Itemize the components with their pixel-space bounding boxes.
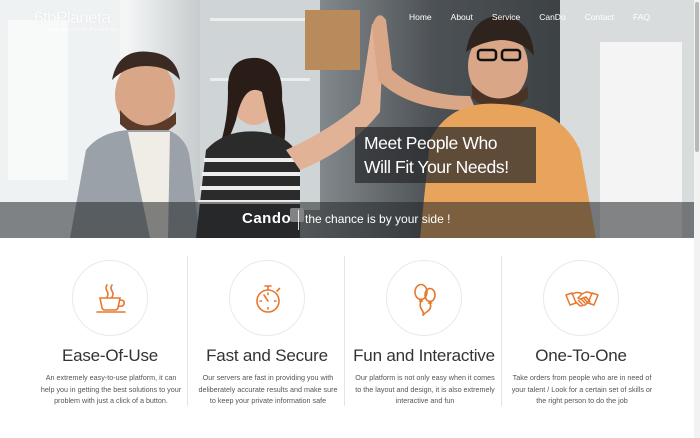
hero-tagline: the chance is by your side !: [305, 212, 451, 226]
feature-icon-circle: [229, 260, 305, 336]
hero-headline: Meet People Who Will Fit Your Needs!: [355, 127, 536, 183]
feature-icon-circle: [386, 260, 462, 336]
feature-description: Our platform is not only easy when it co…: [355, 373, 495, 405]
feature-divider: [344, 256, 345, 406]
scrollbar-thumb[interactable]: [695, 2, 699, 152]
nav-cando-link[interactable]: CanDo: [539, 12, 565, 22]
feature-title: Ease-Of-Use: [61, 346, 159, 365]
coffee-cup-icon: [96, 284, 126, 313]
feature-ease-of-use: Ease-Of-Use An extremely easy-to-use pla…: [30, 246, 187, 421]
feature-divider: [501, 256, 502, 406]
tagline-divider: [298, 210, 299, 230]
hero-headline-line1: Meet People Who: [364, 133, 498, 153]
hero-headline-line2: Will Fit Your Needs!: [364, 157, 509, 177]
page-scrollbar[interactable]: [694, 0, 700, 438]
main-nav: Home About Service CanDo Contact FAQ: [390, 12, 650, 22]
handshake-icon: [565, 291, 599, 307]
cando-logo: Cando: [242, 210, 292, 227]
logo-tagline: OUR SECOND PLANETA: [47, 27, 117, 32]
site-logo[interactable]: 6thPlaneta OUR SECOND PLANETA: [34, 8, 134, 34]
hero-banner: 6thPlaneta OUR SECOND PLANETA Home About…: [0, 0, 700, 238]
feature-fun-and-interactive: Fun and Interactive Our platform is not …: [344, 246, 501, 421]
nav-faq-link[interactable]: FAQ: [633, 12, 650, 22]
feature-fast-and-secure: Fast and Secure Our servers are fast in …: [187, 246, 344, 421]
nav-about-link[interactable]: About: [451, 12, 473, 22]
feature-icon-circle: [72, 260, 148, 336]
stopwatch-icon: [256, 285, 281, 313]
nav-contact-link[interactable]: Contact: [585, 12, 614, 22]
nav-service-link[interactable]: Service: [492, 12, 520, 22]
feature-icon-circle: [543, 260, 619, 336]
feature-title: Fun and Interactive: [353, 346, 495, 365]
feature-title: Fast and Secure: [206, 346, 328, 365]
logo-text: 6thPlaneta: [34, 8, 111, 27]
feature-divider: [187, 256, 188, 406]
feature-description: Our servers are fast in providing you wi…: [198, 373, 338, 405]
features-section: Ease-Of-Use An extremely easy-to-use pla…: [30, 246, 660, 421]
nav-home-link[interactable]: Home: [409, 12, 432, 22]
feature-title: One-To-One: [535, 346, 627, 365]
feature-one-to-one: One-To-One Take orders from people who a…: [501, 246, 658, 421]
balloons-icon: [414, 283, 436, 316]
feature-description: Take orders from people who are in need …: [511, 373, 653, 405]
feature-description: An extremely easy-to-use platform, it ca…: [40, 373, 182, 405]
